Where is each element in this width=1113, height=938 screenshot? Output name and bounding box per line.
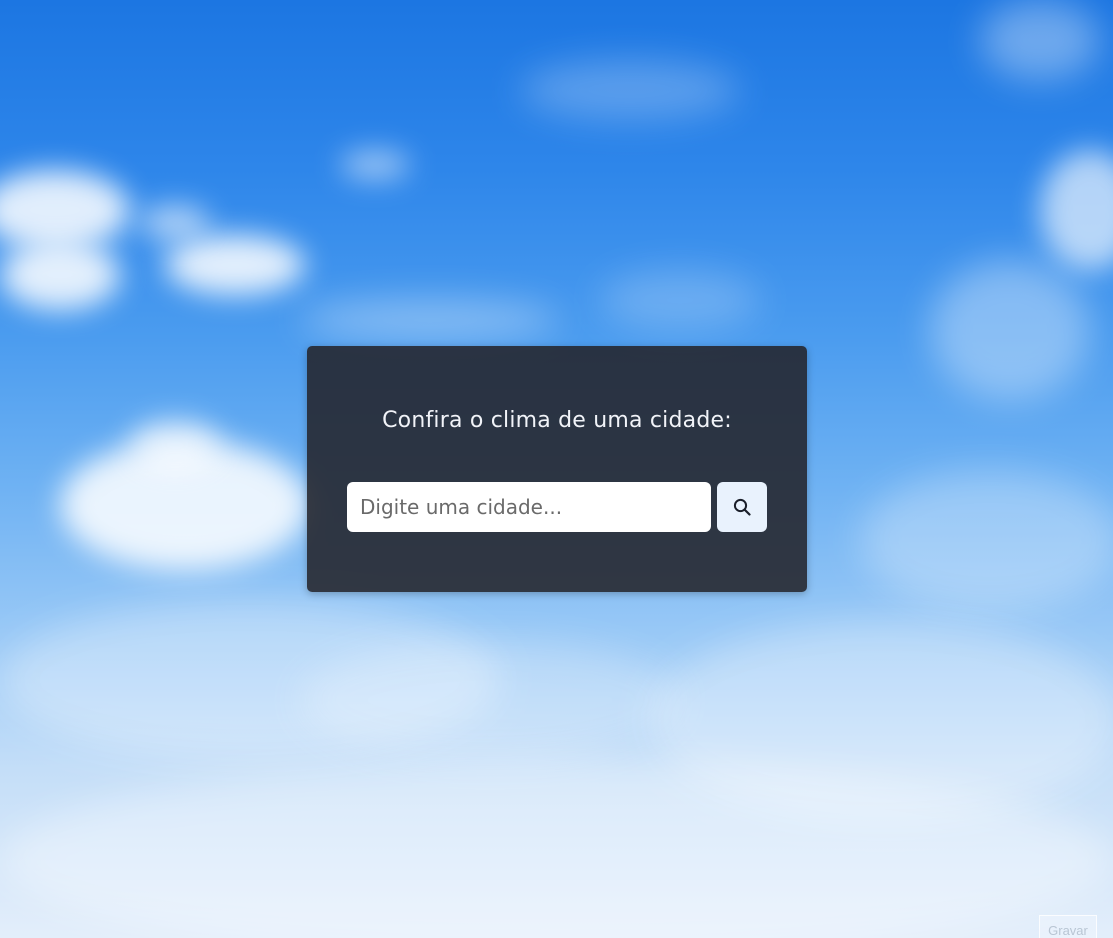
cloud (300, 640, 680, 760)
cloud (0, 170, 130, 250)
cloud (340, 150, 410, 180)
cloud (165, 235, 305, 295)
cloud (600, 270, 760, 330)
cloud (980, 0, 1100, 80)
cloud (520, 60, 740, 120)
cloud (140, 205, 210, 240)
search-button[interactable] (717, 482, 767, 532)
record-button[interactable]: Gravar (1039, 915, 1097, 938)
cloud (0, 240, 120, 310)
cloud (930, 260, 1090, 400)
cloud (1040, 150, 1113, 270)
cloud (130, 420, 220, 470)
weather-search-card: Confira o clima de uma cidade: (307, 346, 807, 592)
city-search-input[interactable] (347, 482, 711, 532)
card-title: Confira o clima de uma cidade: (382, 408, 732, 433)
search-icon (733, 498, 751, 516)
cloud (300, 300, 560, 340)
cloud (860, 470, 1113, 610)
